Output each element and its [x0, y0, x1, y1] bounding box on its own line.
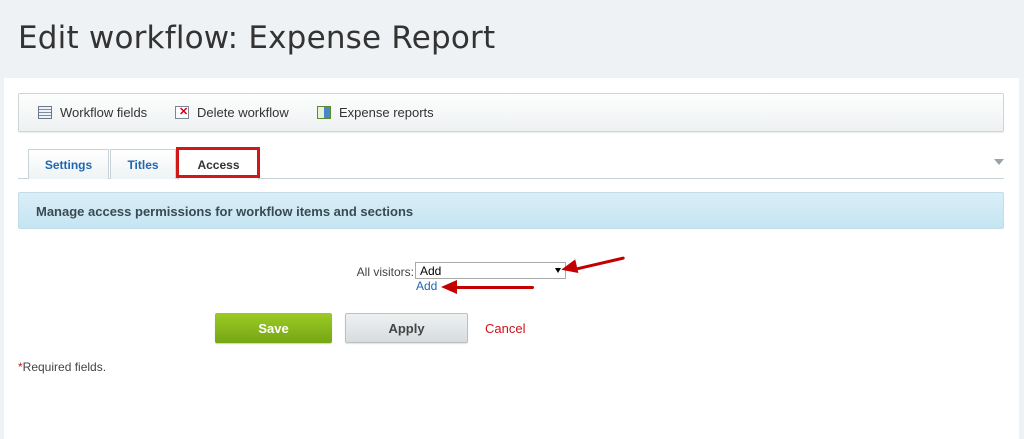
tab-access[interactable]: Access [178, 149, 259, 180]
all-visitors-label: All visitors: [356, 265, 414, 279]
table-icon [38, 106, 52, 119]
permission-select-value: Add [420, 264, 442, 278]
workflow-fields-label: Workflow fields [60, 105, 148, 120]
expense-reports-button[interactable]: Expense reports [317, 105, 434, 120]
cancel-link[interactable]: Cancel [485, 321, 525, 336]
access-info-banner: Manage access permissions for workflow i… [18, 192, 1004, 229]
reports-icon [317, 106, 331, 119]
save-button[interactable]: Save [215, 313, 332, 343]
tab-titles[interactable]: Titles [110, 149, 176, 179]
tab-bar: Settings Titles Access [18, 147, 1004, 180]
context-toolbar: Workflow fields Delete workflow Expense … [18, 93, 1004, 132]
main-content: Workflow fields Delete workflow Expense … [4, 78, 1019, 439]
permission-row: All visitors: Add [4, 262, 1019, 282]
page-title: Edit workflow: Expense Report [18, 20, 496, 56]
tab-settings[interactable]: Settings [28, 149, 109, 179]
annotation-arrow-line [452, 286, 534, 289]
add-permission-link[interactable]: Add [416, 279, 437, 293]
delete-workflow-label: Delete workflow [197, 105, 289, 120]
apply-button[interactable]: Apply [345, 313, 468, 343]
permission-select[interactable]: Add [415, 262, 566, 279]
workflow-fields-button[interactable]: Workflow fields [38, 105, 147, 120]
chevron-down-icon[interactable] [994, 159, 1004, 165]
delete-icon [175, 105, 189, 119]
delete-workflow-button[interactable]: Delete workflow [175, 105, 289, 120]
required-fields-note: *Required fields. [18, 360, 106, 374]
annotation-arrow-head [441, 280, 457, 294]
expense-reports-label: Expense reports [339, 105, 434, 120]
required-text: Required fields. [22, 360, 107, 374]
